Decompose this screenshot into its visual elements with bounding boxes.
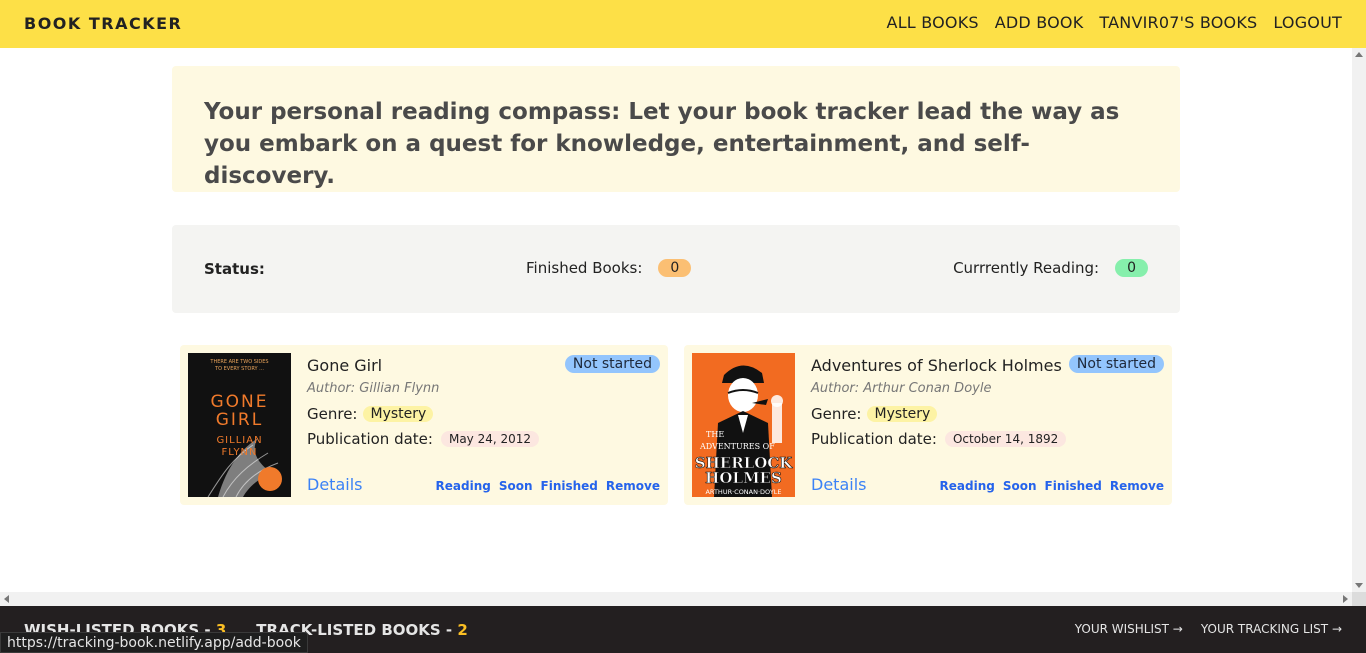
soon-button[interactable]: Soon <box>1003 479 1037 493</box>
finished-button[interactable]: Finished <box>1045 479 1102 493</box>
vertical-scrollbar[interactable] <box>1352 48 1366 592</box>
reading-button[interactable]: Reading <box>940 479 995 493</box>
book-publication: Publication date: October 14, 1892 <box>811 430 1067 448</box>
nav-my-books[interactable]: TANVIR07'S BOOKS <box>1099 13 1257 32</box>
book-author: Author: Arthur Conan Doyle <box>811 381 992 396</box>
cover-holmes: HOLMES <box>705 469 782 487</box>
book-genre: Genre: Mystery <box>307 405 434 423</box>
cover-author-2: FLYNN <box>221 447 257 458</box>
book-actions: Reading Soon Finished Remove <box>940 479 1164 493</box>
genre-label: Genre: <box>307 405 358 423</box>
cover-sticker <box>258 467 282 491</box>
book-actions: Reading Soon Finished Remove <box>436 479 660 493</box>
currently-reading-count: 0 <box>1115 259 1148 277</box>
cover-author-1: GILLIAN <box>216 435 262 446</box>
cover-adventures: ADVENTURES OF <box>699 442 775 451</box>
brand-logo[interactable]: BOOK TRACKER <box>24 14 182 33</box>
finished-books-label: Finished Books: <box>526 259 643 277</box>
genre-tag: Mystery <box>867 406 938 422</box>
top-navbar: BOOK TRACKER ALL BOOKS ADD BOOK TANVIR07… <box>0 0 1366 48</box>
nav-add-book[interactable]: ADD BOOK <box>995 13 1084 32</box>
book-genre: Genre: Mystery <box>811 405 938 423</box>
book-card: THERE ARE TWO SIDES TO EVERY STORY ... G… <box>180 345 668 505</box>
cover-image: THERE ARE TWO SIDES TO EVERY STORY ... G… <box>188 353 291 497</box>
your-tracking-list-link[interactable]: YOUR TRACKING LIST → <box>1201 622 1342 636</box>
genre-label: Genre: <box>811 405 862 423</box>
cover-author: ARTHUR·CONAN·DOYLE <box>705 488 781 496</box>
publication-label: Publication date: <box>307 430 433 448</box>
publication-date: May 24, 2012 <box>440 431 540 447</box>
publication-date: October 14, 1892 <box>944 431 1067 447</box>
reading-button[interactable]: Reading <box>436 479 491 493</box>
horizontal-scrollbar[interactable] <box>0 592 1352 606</box>
scroll-left-icon[interactable] <box>4 595 9 603</box>
book-author: Author: Gillian Flynn <box>307 381 440 396</box>
cover-image: THE ADVENTURES OF SHERLOCK HOLMES ARTHUR… <box>692 353 795 497</box>
book-publication: Publication date: May 24, 2012 <box>307 430 540 448</box>
status-url-tooltip: https://tracking-book.netlify.app/add-bo… <box>0 632 308 653</box>
status-label: Status: <box>204 260 265 278</box>
book-card: THE ADVENTURES OF SHERLOCK HOLMES ARTHUR… <box>684 345 1172 505</box>
page-content: Your personal reading compass: Let your … <box>0 48 1352 592</box>
hero-banner: Your personal reading compass: Let your … <box>172 66 1180 192</box>
currently-reading-stat: Currrently Reading: 0 <box>953 259 1148 277</box>
scroll-right-icon[interactable] <box>1343 595 1348 603</box>
cover-tagline-2: TO EVERY STORY ... <box>214 366 264 372</box>
cover-the: THE <box>706 430 724 439</box>
remove-button[interactable]: Remove <box>1110 479 1164 493</box>
book-cover-sherlock-holmes: THE ADVENTURES OF SHERLOCK HOLMES ARTHUR… <box>692 353 795 497</box>
cover-title-1: GONE <box>210 392 268 412</box>
status-badge: Not started <box>564 355 660 373</box>
book-title: Adventures of Sherlock Holmes <box>811 356 1062 375</box>
cover-tagline-1: THERE ARE TWO SIDES <box>209 359 268 365</box>
soon-button[interactable]: Soon <box>499 479 533 493</box>
hero-text: Your personal reading compass: Let your … <box>204 99 1120 189</box>
details-link[interactable]: Details <box>811 475 866 494</box>
finished-button[interactable]: Finished <box>541 479 598 493</box>
finished-books-stat: Finished Books: 0 <box>526 259 692 277</box>
cover-title-2: GIRL <box>216 410 263 430</box>
status-panel: Status: Finished Books: 0 Currrently Rea… <box>172 225 1180 313</box>
tracklisted-count: 2 <box>457 621 468 639</box>
details-link[interactable]: Details <box>307 475 362 494</box>
nav-all-books[interactable]: ALL BOOKS <box>887 13 979 32</box>
footer-links: YOUR WISHLIST → YOUR TRACKING LIST → <box>1075 622 1342 636</box>
publication-label: Publication date: <box>811 430 937 448</box>
book-title: Gone Girl <box>307 356 383 375</box>
main-nav: ALL BOOKS ADD BOOK TANVIR07'S BOOKS LOGO… <box>887 13 1342 32</box>
status-badge: Not started <box>1068 355 1164 373</box>
remove-button[interactable]: Remove <box>606 479 660 493</box>
nav-logout[interactable]: LOGOUT <box>1273 13 1342 32</box>
your-wishlist-link[interactable]: YOUR WISHLIST → <box>1075 622 1183 636</box>
scroll-down-icon[interactable] <box>1355 583 1363 588</box>
genre-tag: Mystery <box>363 406 434 422</box>
scrollbar-corner <box>1352 592 1366 606</box>
currently-reading-label: Currrently Reading: <box>953 259 1100 277</box>
book-cover-gone-girl: THERE ARE TWO SIDES TO EVERY STORY ... G… <box>188 353 291 497</box>
finished-books-count: 0 <box>658 259 692 277</box>
scroll-up-icon[interactable] <box>1355 52 1363 57</box>
